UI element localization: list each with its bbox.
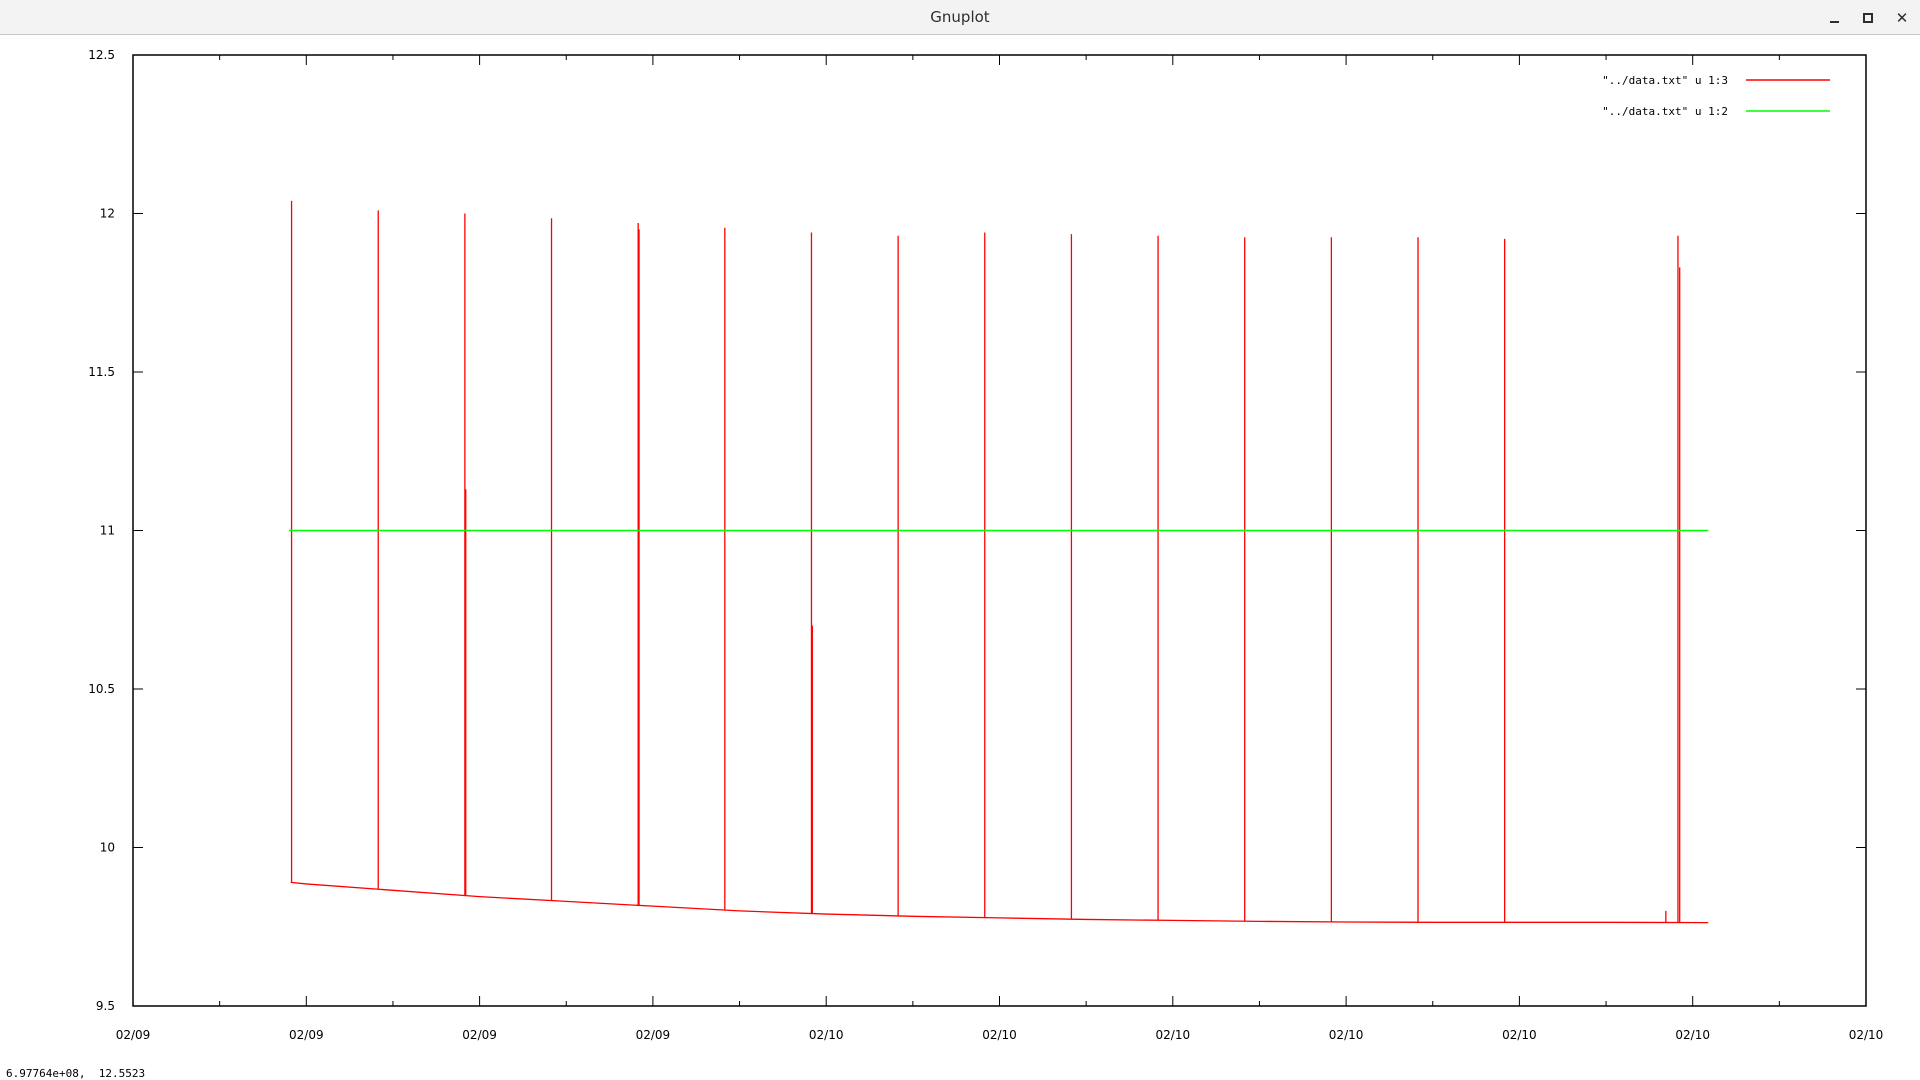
x-tick-label: 02/10 [982, 1028, 1017, 1042]
legend-entry-label: "../data.txt" u 1:2 [1602, 105, 1728, 118]
close-button[interactable]: ✕ [1890, 6, 1914, 30]
chart-legend: "../data.txt" u 1:3 "../data.txt" u 1:2 [1602, 74, 1830, 118]
maximize-button[interactable] [1856, 6, 1880, 30]
y-tick-label: 12.5 [88, 48, 115, 62]
y-tick-label: 11.5 [88, 365, 115, 379]
y-tick-label: 12 [100, 207, 115, 221]
x-tick-label: 02/10 [1675, 1028, 1710, 1042]
close-icon: ✕ [1895, 8, 1909, 27]
minimize-button[interactable] [1822, 6, 1846, 30]
x-tick-label: 02/10 [809, 1028, 844, 1042]
series-1-baseline [290, 881, 1709, 924]
x-tick-label: 02/10 [1329, 1028, 1364, 1042]
window-title: Gnuplot [930, 8, 990, 26]
chart-series [288, 200, 1709, 924]
x-tick-label: 02/10 [1156, 1028, 1191, 1042]
x-tick-label: 02/09 [116, 1028, 151, 1042]
x-tick-label: 02/10 [1502, 1028, 1537, 1042]
x-tick-label: 02/09 [462, 1028, 497, 1042]
y-tick-label: 9.5 [96, 999, 115, 1013]
minimize-icon [1829, 21, 1839, 23]
legend-entry-label: "../data.txt" u 1:3 [1602, 74, 1728, 87]
x-tick-label: 02/09 [636, 1028, 671, 1042]
x-tick-label: 02/09 [289, 1028, 324, 1042]
window-titlebar: Gnuplot ✕ [0, 0, 1920, 35]
chart-ticks: 12.5 12 11.5 11 10.5 10 9.5 02/09 02/09 02/09 02/0… [88, 48, 1883, 1042]
y-tick-label: 11 [100, 524, 115, 538]
chart-canvas[interactable]: 12.5 12 11.5 11 10.5 10 9.5 02/09 02/09 02/09 02/0… [0, 36, 1920, 1066]
mouse-coordinate-readout: 6.97764e+08, 12.5523 [6, 1067, 146, 1080]
y-tick-label: 10.5 [88, 682, 115, 696]
x-tick-label: 02/10 [1849, 1028, 1884, 1042]
maximize-icon [1863, 13, 1873, 23]
y-tick-label: 10 [100, 841, 115, 855]
